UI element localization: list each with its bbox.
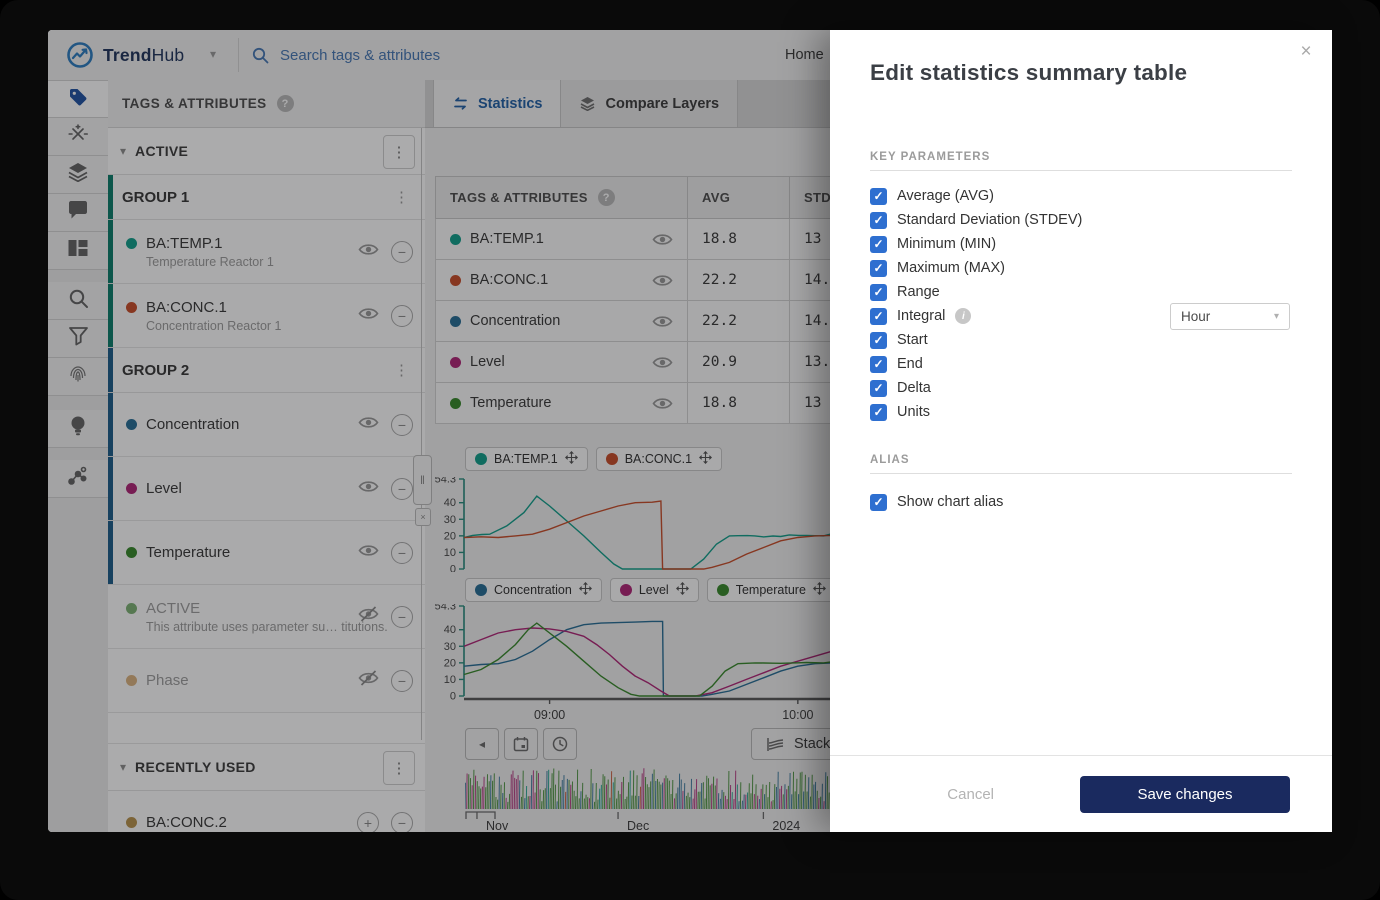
parameter-label: Minimum (MIN) [897,236,997,252]
parameter-row: ✓ Start [870,328,1292,352]
parameter-row: ✓ Minimum (MIN) [870,232,1292,256]
show-chart-alias-row: ✓ Show chart alias [870,490,1003,514]
modal-title: Edit statistics summary table [870,60,1188,85]
alias-label: ALIAS [870,454,910,466]
parameter-label: Average (AVG) [897,188,994,204]
parameter-checkbox[interactable]: ✓ [870,355,887,373]
parameter-row: ✓ Units [870,400,1292,424]
parameter-checkbox[interactable]: ✓ [870,259,887,277]
show-chart-alias-checkbox[interactable]: ✓ [870,493,887,511]
parameter-label: Integral [897,308,946,324]
parameter-row: ✓ End [870,352,1292,376]
parameter-checkbox[interactable]: ✓ [870,307,887,325]
parameter-row: ✓ Standard Deviation (STDEV) [870,208,1292,232]
parameter-label: Start [897,332,928,348]
parameter-label: Maximum (MAX) [897,260,1005,276]
show-chart-alias-label: Show chart alias [897,494,1004,510]
alias-divider [870,473,1292,474]
parameter-checkbox[interactable]: ✓ [870,331,887,349]
parameter-label: Standard Deviation (STDEV) [897,212,1083,228]
edit-statistics-modal: × Edit statistics summary table KEY PARA… [830,30,1332,832]
parameter-checkbox[interactable]: ✓ [870,403,887,421]
close-icon[interactable]: × [1294,40,1318,64]
key-parameters-label: KEY PARAMETERS [870,151,991,163]
parameter-label: Delta [897,380,931,396]
parameter-label: Units [897,404,931,420]
chevron-down-icon: ▾ [1273,311,1279,322]
parameter-row: ✓ Range [870,280,1292,304]
save-changes-button[interactable]: Save changes [1080,775,1290,813]
key-parameters-divider [870,170,1292,171]
parameter-checkbox[interactable]: ✓ [870,283,887,301]
cancel-button[interactable]: Cancel [941,785,1000,804]
screen-frame: TrendHub ▾ Home TAGS & ATTRIBUTES ? ▾ACT… [0,0,1380,900]
parameter-row: ✓ Maximum (MAX) [870,256,1292,280]
parameter-checkbox[interactable]: ✓ [870,235,887,253]
parameter-row: ✓ Delta [870,376,1292,400]
parameter-row: ✓ Average (AVG) [870,184,1292,208]
parameter-checkbox[interactable]: ✓ [870,379,887,397]
parameter-checkbox[interactable]: ✓ [870,211,887,229]
integral-unit-value: Hour [1181,309,1211,324]
integral-unit-select[interactable]: Hour ▾ [1170,303,1290,330]
parameter-label: Range [897,284,940,300]
parameter-checkbox[interactable]: ✓ [870,187,887,205]
parameter-label: End [897,356,923,372]
modal-footer: Cancel Save changes [830,755,1332,832]
info-icon[interactable]: i [955,308,972,324]
